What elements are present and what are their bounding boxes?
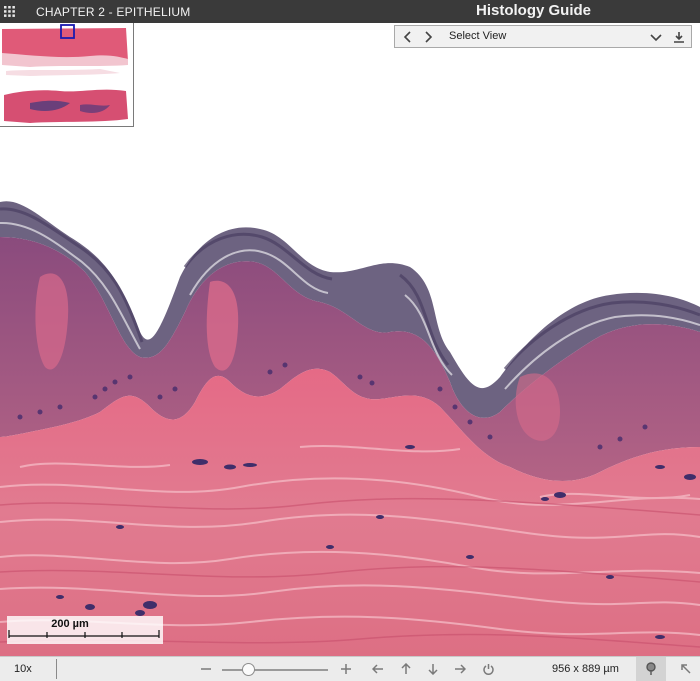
pin-button[interactable] xyxy=(636,657,666,681)
thumbnail-navigator[interactable] xyxy=(0,23,134,127)
zoom-slider-track[interactable] xyxy=(222,669,328,671)
top-bar: CHAPTER 2 - EPITHELIUM Histology Guide xyxy=(0,0,700,23)
expand-icon[interactable] xyxy=(677,660,695,678)
view-dimensions: 956 x 889 µm xyxy=(552,663,619,675)
power-icon[interactable] xyxy=(479,660,497,678)
chevron-right-icon[interactable] xyxy=(417,26,439,47)
scale-bar: 200 µm xyxy=(7,616,163,644)
bottom-toolbar: 10x 956 x 889 µm xyxy=(0,656,700,681)
zoom-out-icon[interactable] xyxy=(197,660,215,678)
thumbnail-image[interactable] xyxy=(0,23,134,127)
arrow-down-icon[interactable] xyxy=(424,660,442,678)
zoom-slider-handle[interactable] xyxy=(242,663,255,676)
arrow-left-icon[interactable] xyxy=(369,660,387,678)
specimen-image[interactable] xyxy=(0,127,700,656)
toolbar-divider xyxy=(56,659,57,679)
arrow-right-icon[interactable] xyxy=(451,660,469,678)
grid-menu-icon[interactable] xyxy=(4,6,15,17)
arrow-up-icon[interactable] xyxy=(397,660,415,678)
brand-title[interactable]: Histology Guide xyxy=(476,2,591,19)
pin-icon[interactable] xyxy=(645,662,657,676)
chapter-title[interactable]: CHAPTER 2 - EPITHELIUM xyxy=(36,5,190,19)
view-selector[interactable]: Select View xyxy=(394,25,692,48)
select-view-label[interactable]: Select View xyxy=(449,30,506,42)
download-icon[interactable] xyxy=(668,26,690,47)
chevron-down-icon[interactable] xyxy=(645,26,667,47)
zoom-in-icon[interactable] xyxy=(337,660,355,678)
zoom-level: 10x xyxy=(14,663,32,675)
scale-ruler xyxy=(8,630,160,638)
chevron-left-icon[interactable] xyxy=(397,26,419,47)
